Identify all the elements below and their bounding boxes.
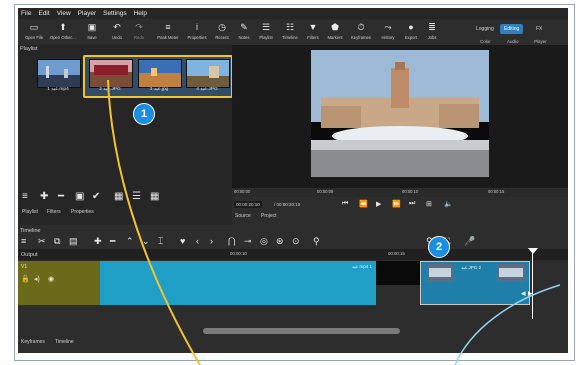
callout-arrow-yellow — [107, 79, 201, 365]
callout-overlay — [107, 79, 561, 365]
callout-arrow-blue — [454, 284, 561, 365]
callout-badge-1: 1 — [133, 103, 155, 125]
callout-badge-2: 2 — [428, 236, 450, 258]
